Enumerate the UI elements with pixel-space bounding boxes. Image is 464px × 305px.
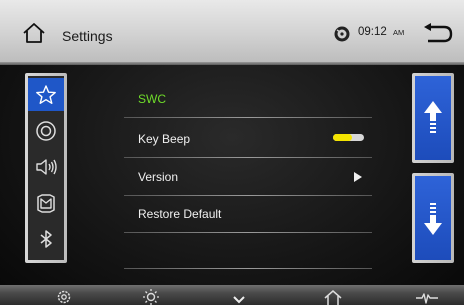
- scroll-up-button[interactable]: [412, 73, 454, 163]
- menu-item-label: Key Beep: [138, 132, 191, 146]
- arrow-down-icon: [424, 203, 442, 235]
- chevron-down-icon[interactable]: [232, 287, 246, 305]
- row-divider: [124, 195, 372, 196]
- equalizer-icon[interactable]: [416, 287, 438, 305]
- disc-icon: [36, 120, 56, 141]
- sidebar-item-audio[interactable]: [28, 150, 64, 183]
- menu-item-label: Restore Default: [138, 207, 222, 221]
- home-outline-icon[interactable]: [324, 287, 342, 305]
- home-icon[interactable]: [22, 22, 46, 44]
- sidebar-item-bluetooth[interactable]: [28, 222, 64, 255]
- row-divider: [124, 157, 372, 158]
- star-icon: [36, 84, 56, 104]
- clock-ampm: AM: [393, 28, 405, 37]
- menu-item-empty: [124, 233, 372, 269]
- menu-item-label: Version: [138, 170, 179, 184]
- bluetooth-icon: [40, 229, 52, 248]
- page-title: Settings: [62, 28, 113, 44]
- arrow-up-icon: [424, 101, 442, 133]
- gear-icon[interactable]: [56, 287, 72, 305]
- back-icon[interactable]: [420, 22, 454, 44]
- chevron-right-icon: [354, 172, 362, 182]
- brightness-icon[interactable]: [143, 287, 159, 305]
- menu-item-version[interactable]: Version: [124, 160, 372, 196]
- key-beep-toggle-on-indicator: [333, 134, 352, 141]
- car-icon: [37, 193, 55, 213]
- menu-item-swc[interactable]: SWC: [124, 82, 372, 118]
- sidebar-item-favorites[interactable]: [28, 78, 64, 111]
- menu-item-key-beep[interactable]: Key Beep: [124, 122, 372, 158]
- disc-status-icon: [334, 26, 350, 42]
- sidebar-item-disc[interactable]: [28, 114, 64, 147]
- title-bar-divider: [0, 62, 464, 65]
- menu-item-restore-default[interactable]: Restore Default: [124, 197, 372, 233]
- speaker-icon: [36, 158, 57, 175]
- scroll-down-button[interactable]: [412, 173, 454, 263]
- settings-screen: Settings 09:12 AM SWC Key Beep Version R…: [0, 0, 464, 305]
- key-beep-toggle[interactable]: [333, 134, 364, 141]
- menu-item-label: SWC: [138, 92, 166, 106]
- row-divider: [124, 117, 372, 118]
- clock-time: 09:12: [358, 26, 387, 38]
- row-divider: [124, 268, 372, 269]
- sidebar-item-vehicle[interactable]: [28, 186, 64, 219]
